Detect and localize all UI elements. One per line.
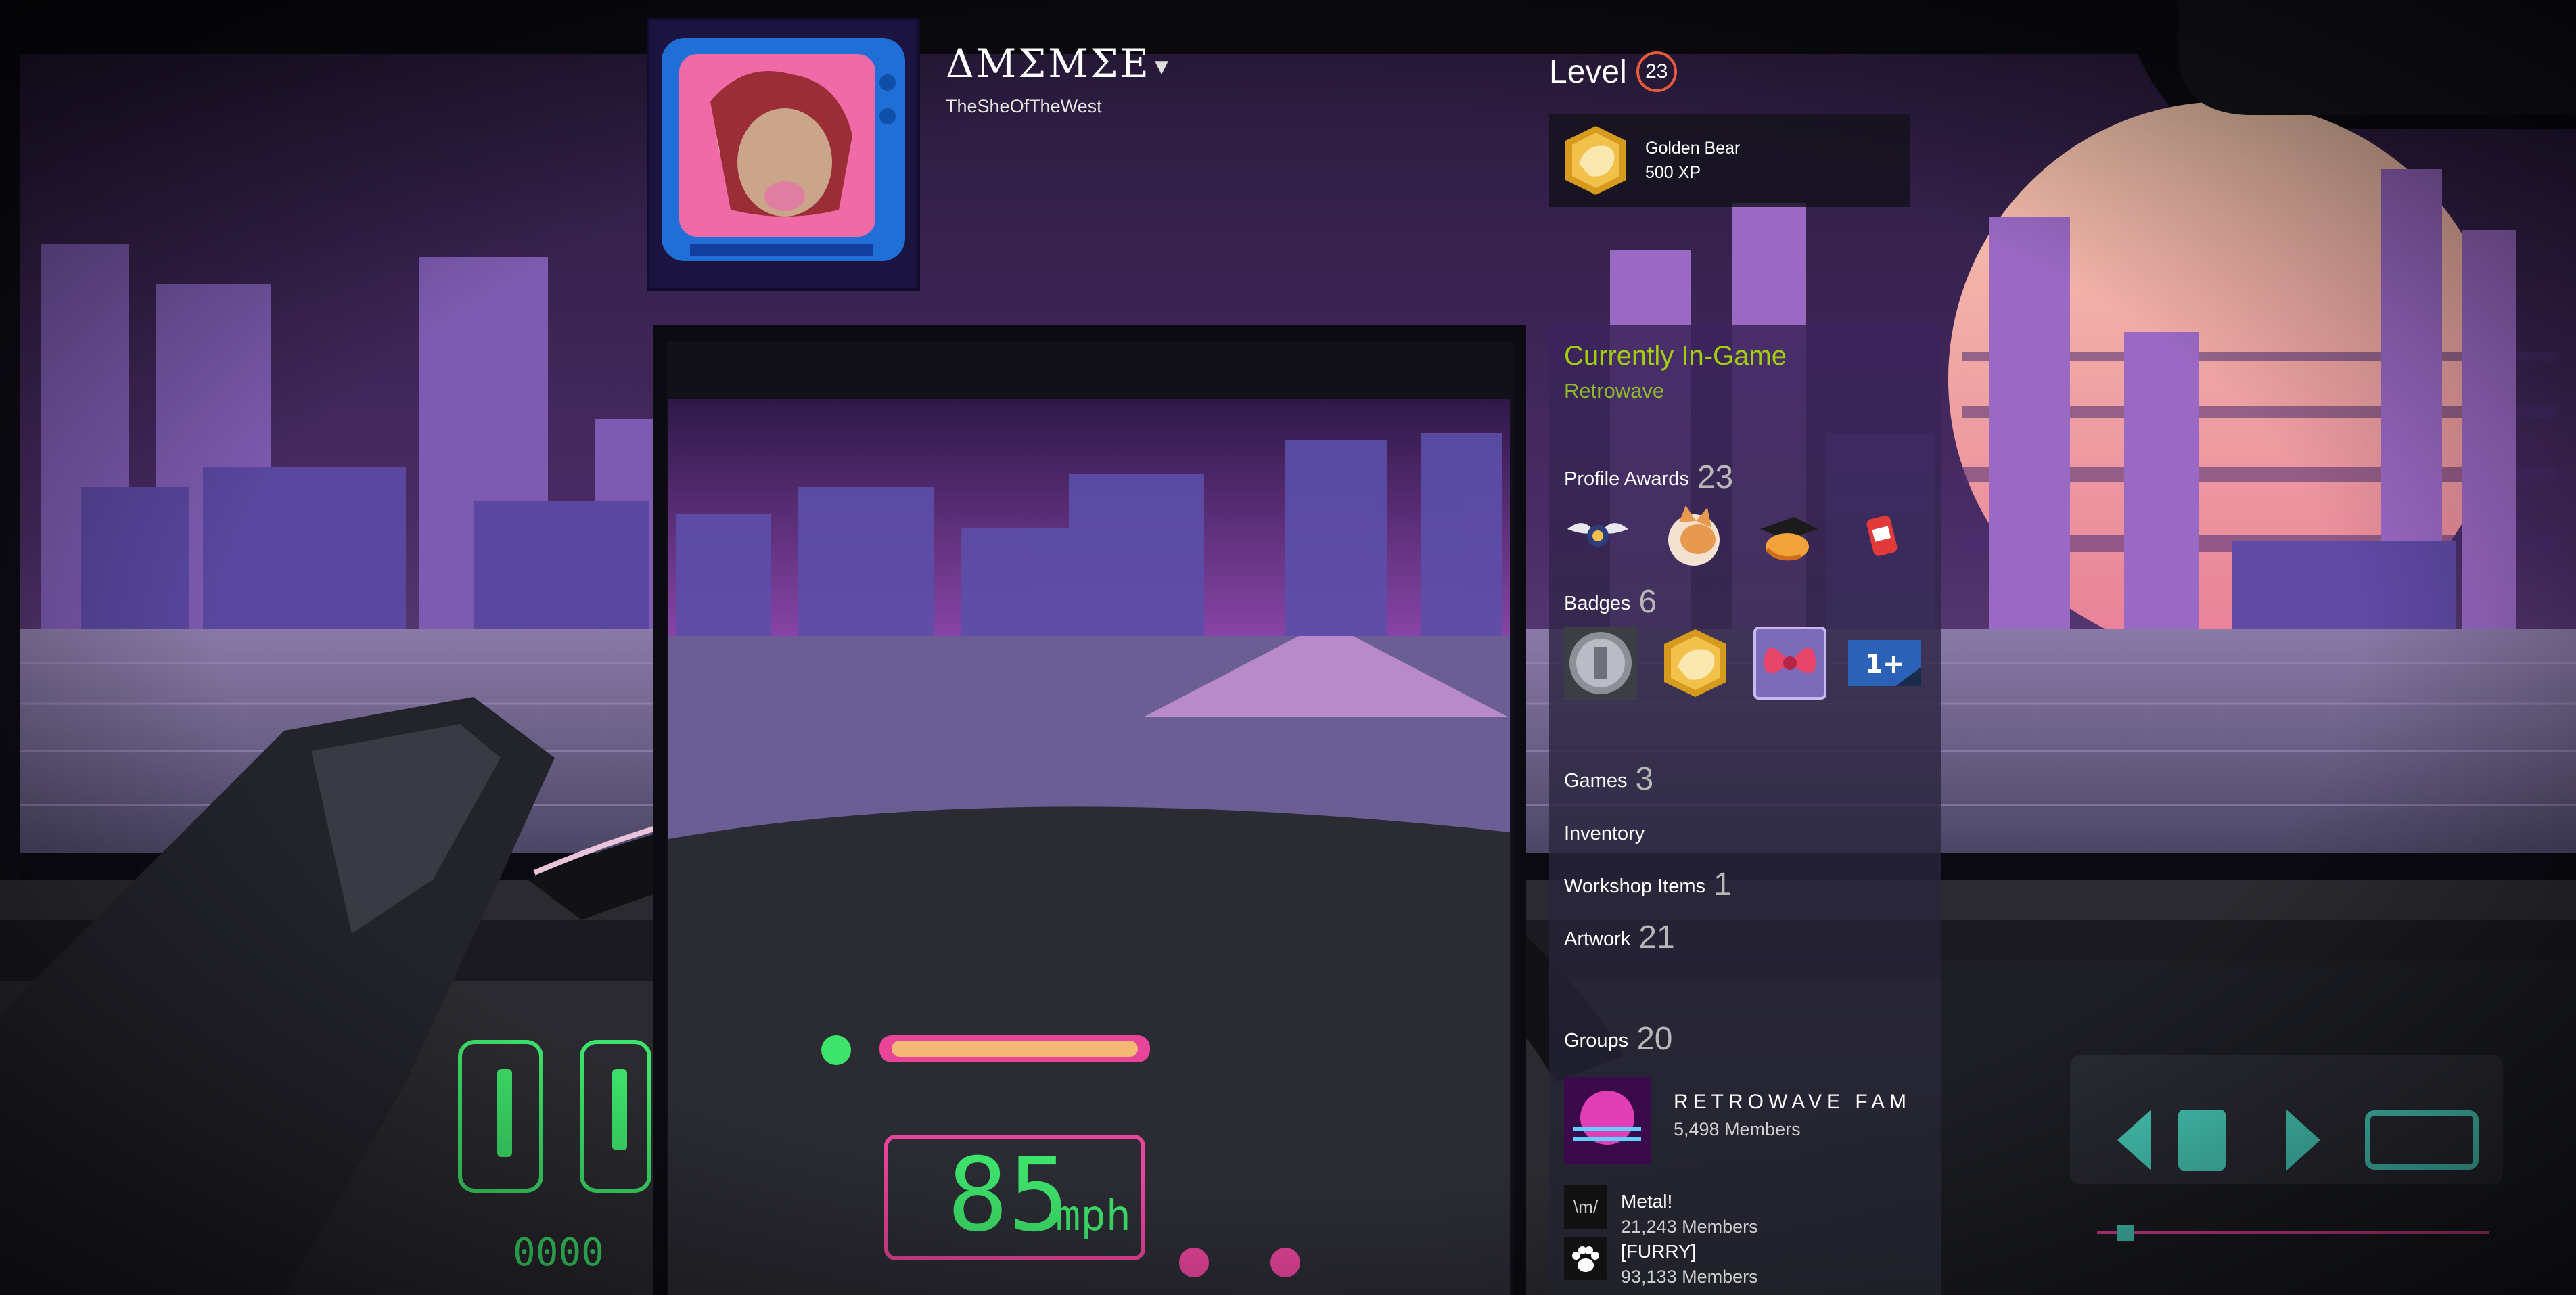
current-game-link[interactable]: Retrowave <box>1564 379 1664 403</box>
odometer-readout: 0000 <box>513 1231 604 1275</box>
profile-awards-label: Profile Awards <box>1564 468 1689 490</box>
groups-link[interactable]: Groups 20 <box>1564 1020 1673 1058</box>
favorite-badge-xp: 500 XP <box>1645 163 1701 182</box>
red-bow-badge-icon[interactable] <box>1753 627 1826 700</box>
golden-bear-icon[interactable] <box>1659 627 1732 700</box>
games-label: Games <box>1564 770 1628 792</box>
winged-badge-icon[interactable] <box>1564 502 1632 570</box>
golden-bear-icon <box>1565 126 1626 195</box>
chevron-down-icon[interactable]: ▼ <box>1155 57 1170 77</box>
profile-level: Level 23 <box>1549 51 1677 92</box>
group-members-retrowave-fam: 5,498 Members <box>1674 1119 1801 1139</box>
group-name-retrowave-fam[interactable]: RETROWAVE FAM <box>1674 1091 1911 1114</box>
groups-count: 20 <box>1636 1021 1673 1057</box>
level-label: Level <box>1549 53 1627 90</box>
group-members-metal: 21,243 Members <box>1621 1217 1758 1237</box>
group-name-furry[interactable]: [FURRY] <box>1621 1241 1697 1263</box>
avatar-image <box>649 20 917 288</box>
favorite-badge-name: Golden Bear <box>1645 139 1741 158</box>
workshop-items-count: 1 <box>1713 867 1732 903</box>
retrowave-fam-avatar[interactable] <box>1564 1077 1651 1164</box>
persona-name-text: ΔΜΣΜΣΕ <box>946 41 1151 87</box>
persona-name[interactable]: ΔΜΣΜΣΕ ▼ <box>946 41 1170 87</box>
artwork-link[interactable]: Artwork 21 <box>1564 919 1675 956</box>
paw-icon[interactable] <box>1564 1237 1607 1280</box>
fox-icon[interactable] <box>1659 502 1726 570</box>
status-title: Currently In-Game <box>1564 341 1787 371</box>
groups-label: Groups <box>1564 1030 1629 1051</box>
account-name: TheSheOfTheWest <box>946 96 1102 116</box>
games-link[interactable]: Games 3 <box>1564 760 1653 798</box>
group-name-metal[interactable]: Metal! <box>1621 1191 1672 1212</box>
soda-can-icon[interactable] <box>1848 502 1916 570</box>
badges-link[interactable]: Badges 6 <box>1564 583 1657 620</box>
favorite-badge[interactable]: Golden Bear 500 XP <box>1549 114 1910 207</box>
group-members-furry: 93,133 Members <box>1621 1267 1758 1287</box>
profile-awards-link[interactable]: Profile Awards 23 <box>1564 459 1733 496</box>
inventory-label: Inventory <box>1564 823 1645 844</box>
inventory-link[interactable]: Inventory <box>1564 823 1644 845</box>
silver-coin-badge-icon[interactable] <box>1564 627 1637 700</box>
years-of-service-badge-icon[interactable]: 1+ <box>1848 627 1921 700</box>
metal-group-avatar[interactable]: \m/ <box>1564 1185 1607 1229</box>
workshop-items-link[interactable]: Workshop Items 1 <box>1564 866 1732 903</box>
level-badge: 23 <box>1636 51 1677 92</box>
badges-label: Badges <box>1564 593 1631 614</box>
mortarboard-cat-icon[interactable] <box>1753 502 1821 570</box>
games-count: 3 <box>1635 761 1654 797</box>
profile-awards-count: 23 <box>1697 459 1734 495</box>
speed-readout: 85 <box>947 1137 1070 1254</box>
artwork-count: 21 <box>1638 919 1675 955</box>
workshop-items-label: Workshop Items <box>1564 876 1705 897</box>
profile-avatar[interactable] <box>649 20 917 288</box>
years-badge-text: 1+ <box>1865 649 1904 679</box>
badges-count: 6 <box>1638 584 1657 620</box>
speed-unit: mph <box>1055 1191 1131 1240</box>
artwork-label: Artwork <box>1564 928 1631 950</box>
profile-background-scene: 85 mph 0000 <box>0 0 2576 1295</box>
